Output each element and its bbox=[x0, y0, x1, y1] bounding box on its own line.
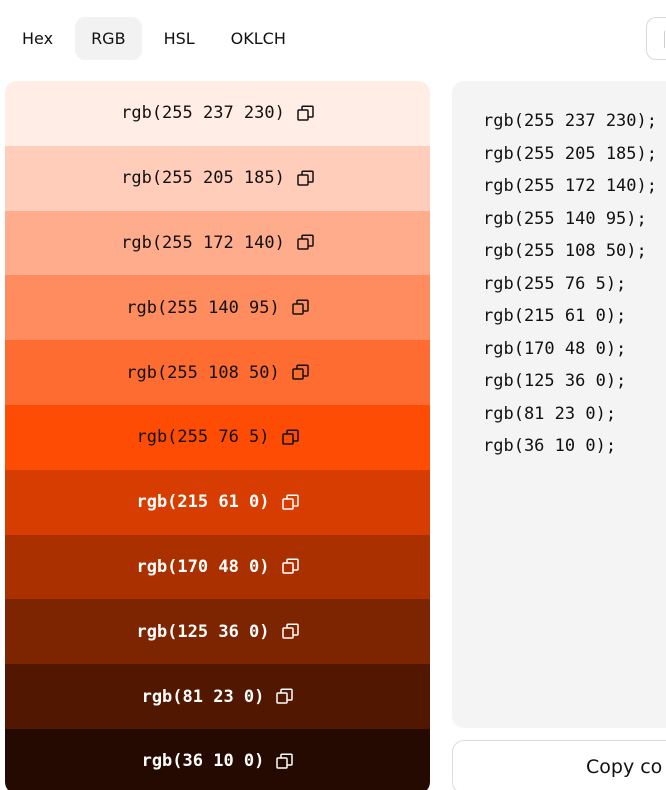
swatch-label: rgb(255 108 50) bbox=[126, 362, 280, 383]
text-caret bbox=[664, 31, 665, 48]
swatch-label: rgb(255 237 230) bbox=[121, 103, 285, 124]
code-line: rgb(255 237 230); bbox=[483, 111, 657, 131]
swatch-row[interactable]: rgb(255 140 95) bbox=[5, 275, 430, 341]
swatch-label: rgb(36 10 0) bbox=[141, 751, 265, 772]
code-line: rgb(36 10 0); bbox=[483, 436, 617, 456]
swatch-list: rgb(255 237 230) rgb(255 205 185) rgb(255 … bbox=[5, 81, 430, 790]
copy-icon[interactable] bbox=[281, 429, 299, 446]
swatch-label: rgb(81 23 0) bbox=[141, 686, 265, 707]
code-line: rgb(81 23 0); bbox=[483, 403, 617, 424]
format-tabs: Hex RGB HSL OKLCH bbox=[8, 17, 300, 60]
search-input[interactable] bbox=[646, 17, 666, 60]
copy-icon[interactable] bbox=[297, 234, 314, 251]
tab-hsl[interactable]: HSL bbox=[150, 17, 209, 60]
copy-icon[interactable] bbox=[292, 364, 309, 381]
swatch-label: rgb(255 76 5) bbox=[136, 427, 270, 448]
swatch-label: rgb(255 205 185) bbox=[121, 168, 285, 189]
code-panel: rgb(255 237 230); rgb(255 205 185); rgb(25… bbox=[452, 81, 666, 728]
copy-icon[interactable] bbox=[281, 623, 299, 640]
swatch-label: rgb(255 172 140) bbox=[121, 232, 285, 253]
copy-icon[interactable] bbox=[276, 688, 294, 705]
palette-page: Hex RGB HSL OKLCH rgb(255 237 230) rgb(25… bbox=[0, 0, 666, 790]
code-line: rgb(255 76 5); bbox=[483, 273, 627, 294]
swatch-row[interactable]: rgb(170 48 0) bbox=[5, 534, 430, 600]
swatch-row[interactable]: rgb(215 61 0) bbox=[5, 469, 430, 535]
swatch-row[interactable]: rgb(36 10 0) bbox=[5, 728, 430, 790]
swatch-row[interactable]: rgb(125 36 0) bbox=[5, 599, 430, 665]
copy-code-button[interactable]: Copy co bbox=[452, 740, 666, 790]
swatch-row[interactable]: rgb(255 205 185) bbox=[5, 145, 430, 211]
swatch-row[interactable]: rgb(255 172 140) bbox=[5, 210, 430, 276]
code-line: rgb(255 205 185); bbox=[483, 143, 657, 164]
swatch-label: rgb(255 140 95) bbox=[126, 297, 280, 318]
code-line: rgb(170 48 0); bbox=[483, 338, 627, 359]
swatch-row[interactable]: rgb(255 76 5) bbox=[5, 404, 430, 470]
copy-icon[interactable] bbox=[276, 753, 294, 770]
swatch-label: rgb(170 48 0) bbox=[136, 556, 270, 577]
copy-icon[interactable] bbox=[297, 170, 314, 187]
swatch-row[interactable]: rgb(81 23 0) bbox=[5, 664, 430, 729]
copy-icon[interactable] bbox=[297, 105, 314, 122]
code-line: rgb(255 140 95); bbox=[483, 208, 647, 229]
code-line: rgb(125 36 0); bbox=[483, 371, 627, 391]
tab-oklch[interactable]: OKLCH bbox=[217, 17, 300, 60]
swatch-label: rgb(215 61 0) bbox=[136, 492, 270, 513]
copy-icon[interactable] bbox=[292, 299, 309, 316]
copy-icon[interactable] bbox=[281, 494, 299, 511]
code-line: rgb(215 61 0); bbox=[483, 306, 627, 326]
swatch-row[interactable]: rgb(255 108 50) bbox=[5, 340, 430, 405]
tab-rgb[interactable]: RGB bbox=[75, 17, 142, 60]
code-line: rgb(255 172 140); bbox=[483, 176, 657, 196]
swatch-label: rgb(125 36 0) bbox=[136, 621, 270, 642]
swatch-row[interactable]: rgb(255 237 230) bbox=[5, 81, 430, 146]
tab-hex[interactable]: Hex bbox=[8, 17, 67, 60]
code-line: rgb(255 108 50); bbox=[483, 241, 647, 261]
copy-icon[interactable] bbox=[281, 558, 299, 575]
